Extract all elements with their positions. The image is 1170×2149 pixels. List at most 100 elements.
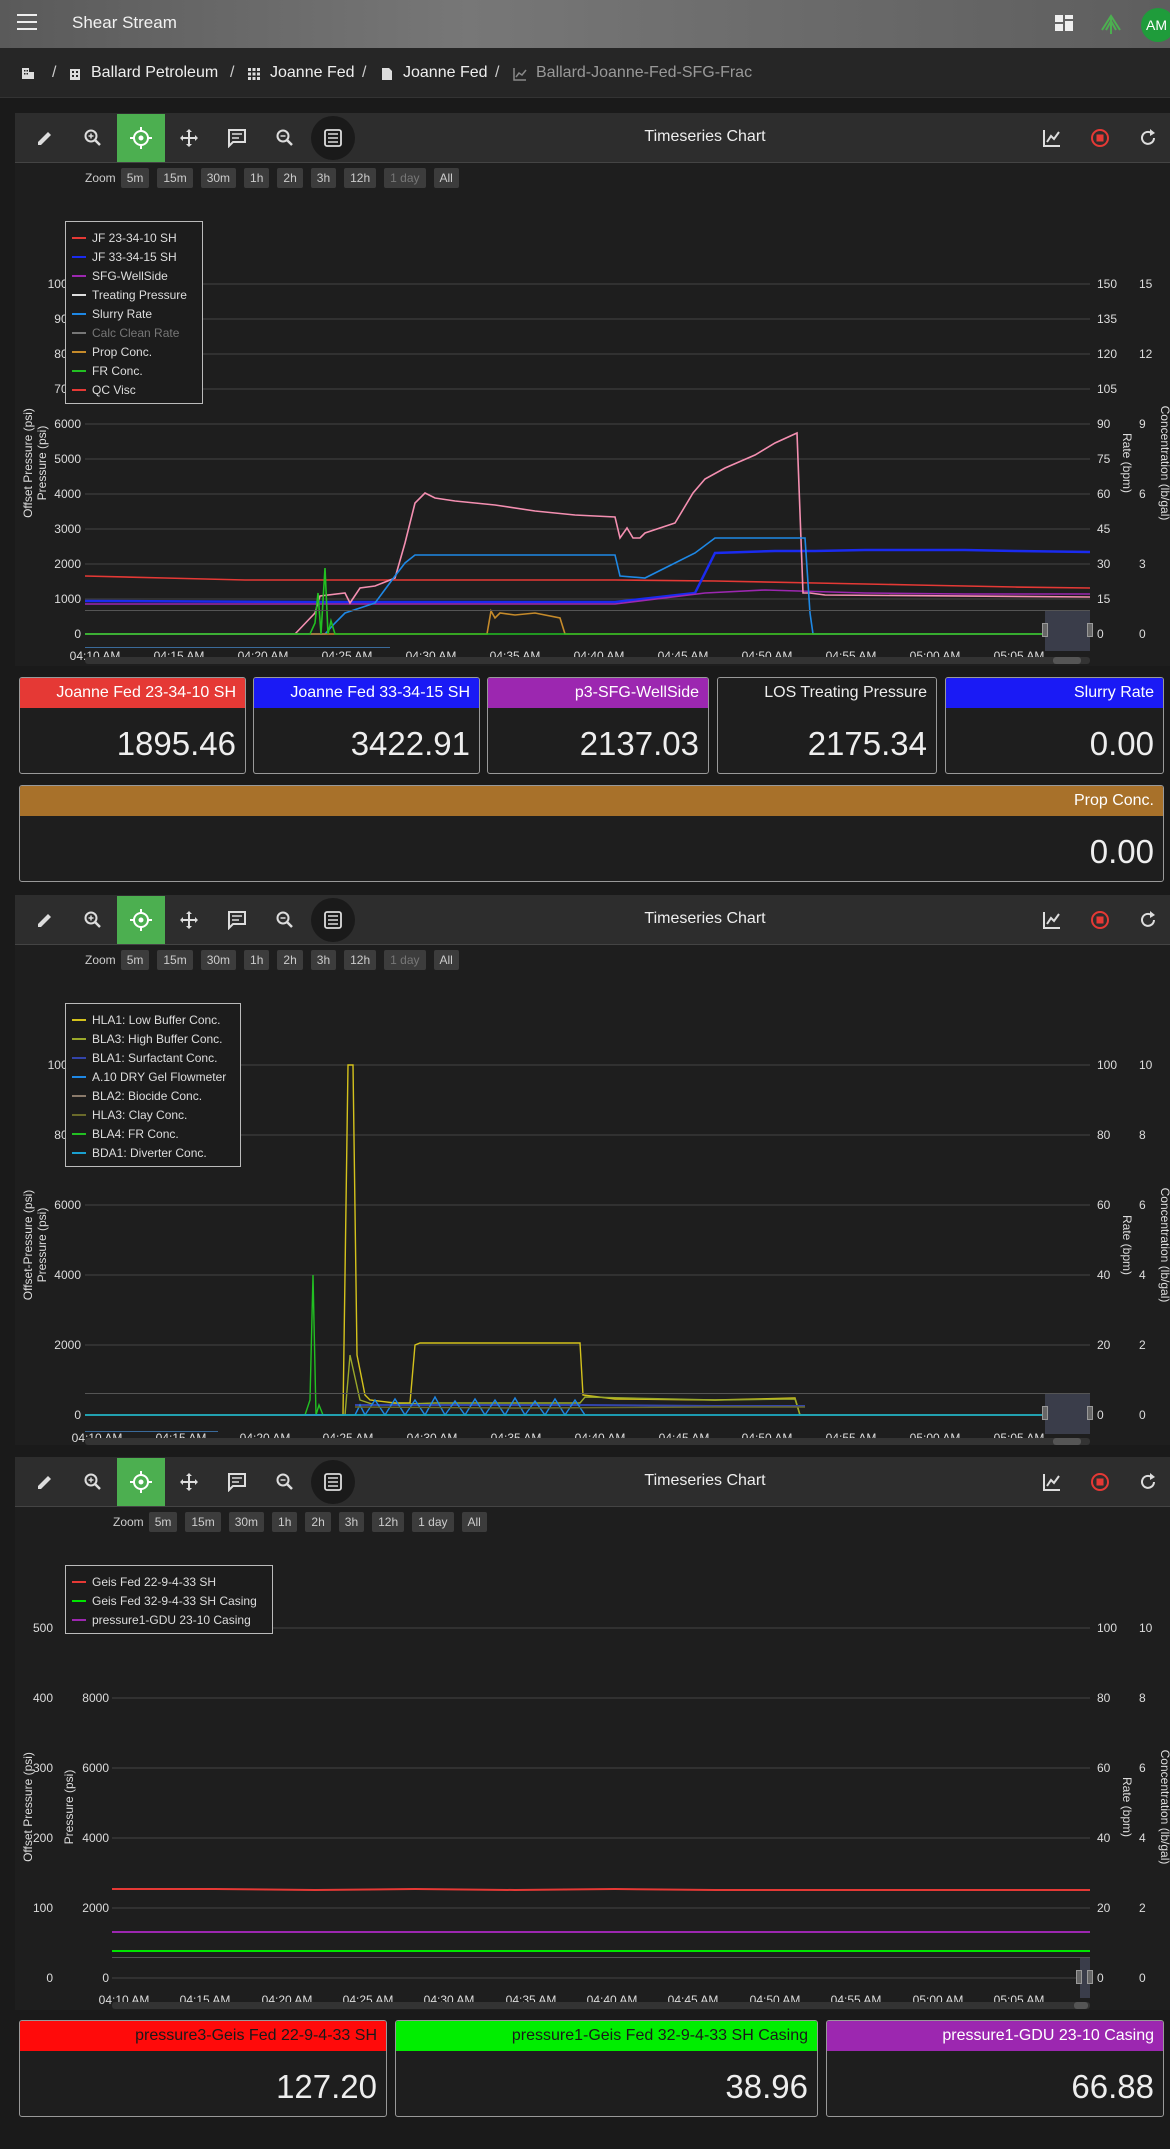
stop-button[interactable]	[1076, 896, 1124, 944]
zoom-in-button[interactable]	[69, 1458, 117, 1506]
pan-button[interactable]	[165, 896, 213, 944]
breadcrumb-item-ballard-petroleum[interactable]: Ballard Petroleum	[91, 64, 218, 82]
navigator-handle-right[interactable]	[1087, 1406, 1093, 1420]
crosshair-button[interactable]	[117, 114, 165, 162]
zoom-12h-button[interactable]: 12h	[372, 1512, 405, 1532]
navigator-handle-left[interactable]	[1076, 1970, 1082, 1984]
legend-item[interactable]: BLA4: FR Conc.	[72, 1124, 234, 1143]
edit-button[interactable]	[21, 114, 69, 162]
comment-button[interactable]	[213, 896, 261, 944]
zoom-in-button[interactable]	[69, 114, 117, 162]
zoom-3h-button[interactable]: 3h	[310, 950, 337, 970]
building-icon[interactable]	[21, 66, 35, 80]
zoom-1h-button[interactable]: 1h	[244, 950, 270, 970]
zoom-12h-button[interactable]: 12h	[344, 950, 377, 970]
zoom-in-button[interactable]	[69, 896, 117, 944]
comment-button[interactable]	[213, 1458, 261, 1506]
stop-button[interactable]	[1076, 1458, 1124, 1506]
chart-type-button[interactable]	[1028, 896, 1076, 944]
comment-button[interactable]	[213, 114, 261, 162]
stop-button[interactable]	[1076, 114, 1124, 162]
zoom-12h-button[interactable]: 12h	[344, 168, 377, 188]
legend-item[interactable]: Geis Fed 32-9-4-33 SH Casing	[72, 1591, 266, 1610]
zoom-15m-button[interactable]: 15m	[185, 1512, 221, 1532]
legend-item[interactable]: A.10 DRY Gel Flowmeter	[72, 1067, 234, 1086]
navigator-handle-right[interactable]	[1087, 623, 1093, 637]
chart-type-button[interactable]	[1028, 114, 1076, 162]
zoom-30m-button[interactable]: 30m	[200, 168, 237, 188]
crosshair-button[interactable]	[117, 1458, 165, 1506]
zoom-all-button[interactable]: All	[433, 950, 459, 970]
chart-type-button[interactable]	[1028, 1458, 1076, 1506]
legend-item[interactable]: FR Conc.	[72, 361, 196, 380]
pan-button[interactable]	[165, 114, 213, 162]
navigator-handle-left[interactable]	[1042, 1406, 1048, 1420]
navigator-handle-right[interactable]	[1087, 1970, 1093, 1984]
legend-item[interactable]: QC Visc	[72, 380, 196, 399]
legend-item[interactable]: SFG-WellSide	[72, 266, 196, 285]
zoom-1day-button[interactable]: 1 day	[384, 168, 426, 188]
zoom-all-button[interactable]: All	[433, 168, 459, 188]
legend-item[interactable]: BLA3: High Buffer Conc.	[72, 1029, 234, 1048]
zoom-1day-button[interactable]: 1 day	[412, 1512, 454, 1532]
zoom-out-button[interactable]	[261, 1458, 309, 1506]
zoom-3h-button[interactable]: 3h	[310, 168, 337, 188]
zoom-out-button[interactable]	[261, 896, 309, 944]
zoom-5m-button[interactable]: 5m	[148, 1512, 178, 1532]
zoom-30m-button[interactable]: 30m	[200, 950, 237, 970]
legend-item[interactable]: BDA1: Diverter Conc.	[72, 1143, 234, 1162]
refresh-button[interactable]	[1124, 896, 1170, 944]
zoom-1h-button[interactable]: 1h	[244, 168, 270, 188]
legend-item[interactable]: Geis Fed 22-9-4-33 SH	[72, 1572, 266, 1591]
refresh-button[interactable]	[1124, 1458, 1170, 1506]
scrollbar-thumb[interactable]	[1053, 657, 1081, 664]
zoom-2h-button[interactable]: 2h	[277, 950, 303, 970]
legend-item[interactable]: BLA2: Biocide Conc.	[72, 1086, 234, 1105]
zoom-3h-button[interactable]: 3h	[338, 1512, 365, 1532]
legend-item[interactable]: JF 33-34-15 SH	[72, 247, 196, 266]
zoom-2h-button[interactable]: 2h	[277, 168, 303, 188]
zoom-1day-button[interactable]: 1 day	[384, 950, 426, 970]
legend-item[interactable]: HLA1: Low Buffer Conc.	[72, 1010, 234, 1029]
zoom-out-button[interactable]	[261, 114, 309, 162]
navigator-handle-left[interactable]	[1042, 623, 1048, 637]
legend-item[interactable]: HLA3: Clay Conc.	[72, 1105, 234, 1124]
dashboard-icon[interactable]	[1053, 12, 1075, 34]
breadcrumb-item-joanne-fed-pad[interactable]: Joanne Fed	[270, 64, 355, 82]
navigator-scrollbar[interactable]	[85, 657, 1090, 664]
zoom-15m-button[interactable]: 15m	[157, 950, 193, 970]
legend-item[interactable]: pressure1-GDU 23-10 Casing	[72, 1610, 266, 1629]
crosshair-button[interactable]	[117, 896, 165, 944]
zoom-30m-button[interactable]: 30m	[228, 1512, 265, 1532]
edit-button[interactable]	[21, 896, 69, 944]
chart-navigator[interactable]	[85, 610, 1093, 651]
zoom-5m-button[interactable]: 5m	[120, 168, 150, 188]
scrollbar-thumb[interactable]	[1053, 1438, 1081, 1445]
navigator-window[interactable]	[1045, 1394, 1090, 1434]
legend-item[interactable]: Prop Conc.	[72, 342, 196, 361]
legend-item[interactable]: Slurry Rate	[72, 304, 196, 323]
pan-button[interactable]	[165, 1458, 213, 1506]
scrollbar-thumb[interactable]	[1074, 2002, 1088, 2009]
navigator-window[interactable]	[1045, 611, 1090, 651]
menu-icon[interactable]	[17, 14, 37, 30]
zoom-5m-button[interactable]: 5m	[120, 950, 150, 970]
navigator-scrollbar[interactable]	[112, 2002, 1090, 2009]
list-button[interactable]	[311, 1460, 355, 1504]
zoom-2h-button[interactable]: 2h	[305, 1512, 331, 1532]
legend-item[interactable]: JF 23-34-10 SH	[72, 228, 196, 247]
legend-item[interactable]: Treating Pressure	[72, 285, 196, 304]
zoom-all-button[interactable]: All	[461, 1512, 487, 1532]
breadcrumb-item-joanne-fed-well[interactable]: Joanne Fed	[403, 64, 488, 82]
navigator-scrollbar[interactable]	[85, 1438, 1090, 1445]
avatar[interactable]: AM	[1141, 8, 1170, 42]
list-button[interactable]	[311, 116, 355, 160]
chart-navigator[interactable]	[85, 1393, 1093, 1434]
chart-navigator[interactable]	[112, 1957, 1093, 1998]
zoom-1h-button[interactable]: 1h	[272, 1512, 298, 1532]
legend-item[interactable]: Calc Clean Rate	[72, 323, 196, 342]
zoom-15m-button[interactable]: 15m	[157, 168, 193, 188]
legend-item[interactable]: BLA1: Surfactant Conc.	[72, 1048, 234, 1067]
refresh-button[interactable]	[1124, 114, 1170, 162]
list-button[interactable]	[311, 898, 355, 942]
